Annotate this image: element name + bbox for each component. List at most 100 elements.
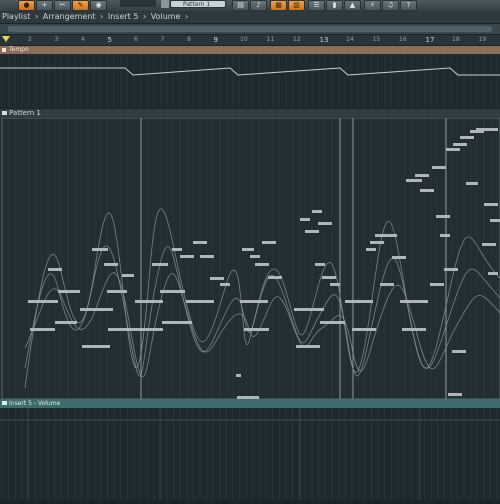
pattern-note xyxy=(440,234,450,237)
ruler-bar-label: 15 xyxy=(372,36,381,43)
plugin-button[interactable]: ♪ xyxy=(250,0,267,11)
ruler-bar-label: 8 xyxy=(187,36,191,43)
pattern-note xyxy=(104,263,118,266)
pattern-selector[interactable]: Pattern 1 xyxy=(170,0,226,8)
pattern-note xyxy=(482,243,496,246)
snap-dropdown[interactable] xyxy=(120,0,156,7)
pattern-note xyxy=(448,393,462,396)
pattern-note xyxy=(250,255,260,258)
pattern-note xyxy=(402,328,426,331)
pattern-note xyxy=(255,263,269,266)
track-menu-icon[interactable] xyxy=(2,48,6,52)
playlist-button[interactable]: ▦ xyxy=(270,0,287,11)
tempo-track-header[interactable]: Tempo xyxy=(0,46,500,54)
pattern-arrow-icon[interactable] xyxy=(161,0,169,8)
pattern-note xyxy=(296,345,320,348)
pattern-note xyxy=(345,300,373,303)
plugin-picker-button[interactable]: ▲ xyxy=(344,0,361,11)
breadcrumb-separator: › xyxy=(142,12,147,21)
pattern-note xyxy=(430,283,444,286)
record-button[interactable]: ♫ xyxy=(382,0,399,11)
ruler-bar-label: 13 xyxy=(319,36,329,44)
volume-label[interactable]: Volume xyxy=(151,12,181,21)
track-menu-icon[interactable] xyxy=(2,111,7,115)
pattern-clip-lane[interactable] xyxy=(0,117,500,400)
pattern-note xyxy=(330,283,340,286)
automation-clip-lane[interactable] xyxy=(0,408,500,500)
pattern-note xyxy=(107,290,127,293)
pattern-waveform xyxy=(24,208,500,389)
ruler-bar-label: 4 xyxy=(81,36,85,43)
track-menu-icon[interactable] xyxy=(2,401,7,405)
help-button[interactable]: ? xyxy=(400,0,417,11)
automation-track-label: Insert 5 - Volume xyxy=(9,400,61,407)
playlist-label[interactable]: Playlist xyxy=(2,12,30,21)
pattern-clip xyxy=(445,117,500,400)
tempo-tap-button[interactable]: ⚡ xyxy=(364,0,381,11)
pattern-note xyxy=(320,321,345,324)
pattern-note xyxy=(162,321,192,324)
pattern-note xyxy=(172,248,182,251)
pattern-note xyxy=(300,218,310,221)
ruler-bar-label: 6 xyxy=(134,36,138,43)
mixer-button[interactable]: ▮ xyxy=(326,0,343,11)
timeline-ruler[interactable]: 2 3 4 5 6 7 8 9 10 11 12 13 14 15 16 17 18 19 xyxy=(0,35,500,46)
pattern-note xyxy=(375,234,397,237)
pattern-note xyxy=(466,182,478,185)
pattern-note xyxy=(444,268,458,271)
browser-button[interactable]: ▤ xyxy=(232,0,249,11)
pattern-note xyxy=(392,256,406,259)
pattern-clip-preview xyxy=(1,117,500,400)
pattern-note xyxy=(137,328,163,331)
pattern-note xyxy=(352,328,376,331)
delete-tool-button[interactable]: ◉ xyxy=(90,0,107,11)
pattern-note xyxy=(48,268,62,271)
ruler-bar-label: 14 xyxy=(346,36,354,43)
pattern-note xyxy=(122,274,134,277)
ruler-bar-label: 7 xyxy=(160,36,165,43)
slice-tool-button[interactable]: ✂ xyxy=(54,0,71,11)
pattern-song-toggle-button[interactable]: ● xyxy=(18,0,35,11)
horizontal-scrollbar[interactable] xyxy=(0,24,500,35)
automation-lane-grid xyxy=(0,408,500,500)
arrangement-label[interactable]: Arrangement xyxy=(43,12,96,21)
pattern-note xyxy=(432,166,446,169)
ruler-bar-label: 11 xyxy=(266,36,275,43)
pattern-note xyxy=(420,189,434,192)
pattern-note xyxy=(446,148,460,151)
pattern-clip xyxy=(1,117,142,400)
ruler-bar-label: 17 xyxy=(425,36,435,44)
pattern-note xyxy=(82,345,110,348)
pattern-note xyxy=(294,308,324,311)
tempo-automation-lane[interactable] xyxy=(0,54,500,108)
insert-label[interactable]: Insert 5 xyxy=(108,12,139,21)
pattern-note xyxy=(305,230,319,233)
pattern-note xyxy=(484,203,498,206)
pattern-note xyxy=(236,374,241,377)
pattern-note xyxy=(152,263,168,266)
pattern-note xyxy=(406,179,422,182)
arrow-tool-button[interactable]: + xyxy=(36,0,53,11)
pattern-note xyxy=(80,308,113,311)
pattern-note xyxy=(240,300,268,303)
pattern-note xyxy=(30,328,55,331)
pattern-note xyxy=(28,300,58,303)
pattern-note xyxy=(318,222,332,225)
pattern-note xyxy=(55,321,77,324)
pattern-note xyxy=(242,248,254,251)
pattern-note xyxy=(58,290,80,293)
playhead-marker-icon[interactable] xyxy=(2,36,10,42)
ruler-bar-label: 16 xyxy=(399,36,407,43)
channel-rack-button[interactable]: ☰ xyxy=(308,0,325,11)
pattern-note xyxy=(370,241,384,244)
tempo-automation-curve xyxy=(0,54,500,108)
pattern-note xyxy=(453,143,467,146)
scrollbar-thumb[interactable] xyxy=(8,26,492,32)
piano-roll-button[interactable]: ▥ xyxy=(288,0,305,11)
pattern-note xyxy=(322,276,336,279)
pattern-note xyxy=(490,219,500,222)
pencil-tool-button[interactable]: ✎ xyxy=(72,0,89,11)
ruler-bar-label: 5 xyxy=(107,36,112,44)
pattern-note xyxy=(315,263,325,266)
automation-track-header[interactable]: Insert 5 - Volume xyxy=(0,399,500,408)
